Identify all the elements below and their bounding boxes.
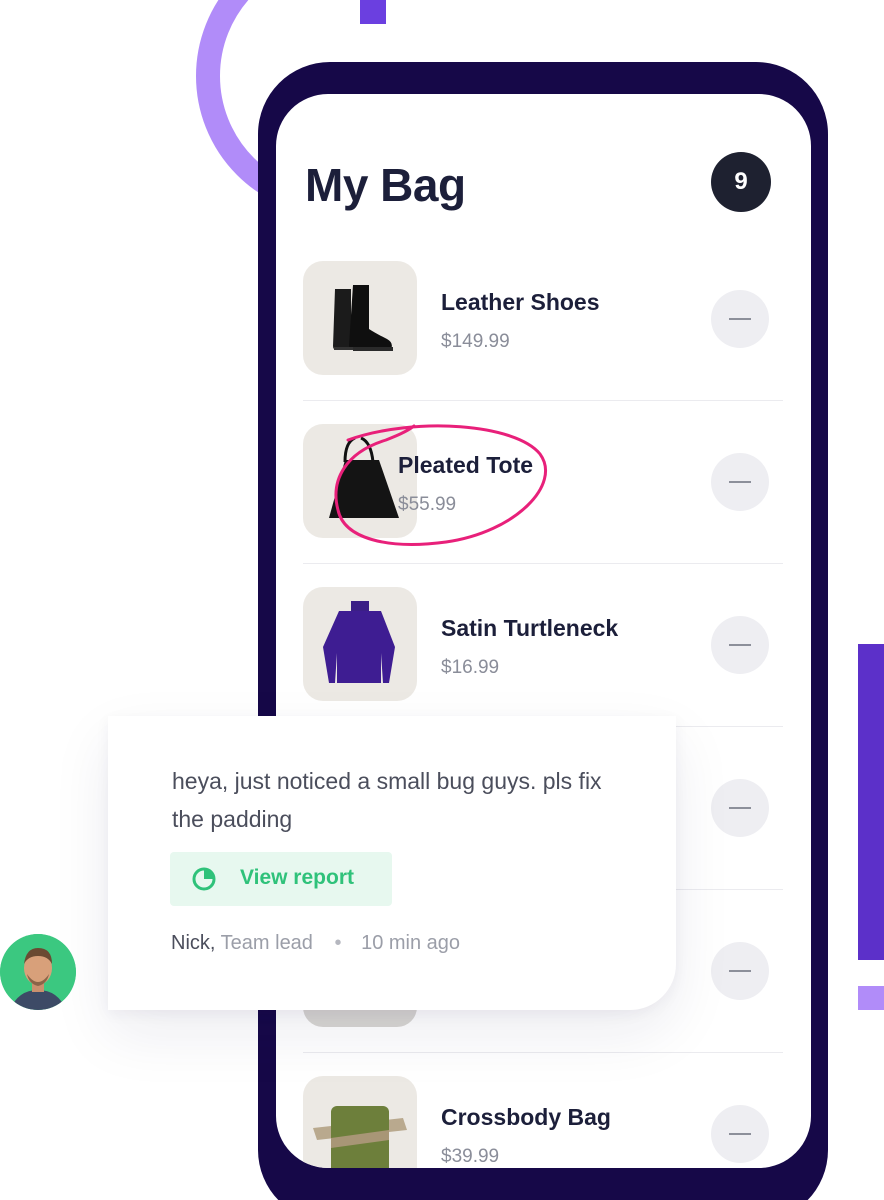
item-price: $16.99 <box>441 657 500 678</box>
avatar[interactable] <box>0 934 76 1010</box>
pie-chart-icon <box>192 867 216 891</box>
item-price: $55.99 <box>398 494 457 515</box>
item-name: Satin Turtleneck <box>441 615 619 641</box>
remove-item-button[interactable] <box>711 942 769 1000</box>
list-item: Pleated Tote $55.99 <box>303 424 783 587</box>
item-price: $39.99 <box>441 1146 500 1167</box>
satin-turtleneck-image[interactable] <box>303 587 417 701</box>
remove-item-button[interactable] <box>711 779 769 837</box>
pleated-tote-image[interactable] <box>303 424 417 538</box>
comment-time: 10 min ago <box>361 932 461 954</box>
item-name: Pleated Tote <box>398 452 534 478</box>
minus-icon <box>729 970 751 972</box>
leather-shoes-image[interactable] <box>303 261 417 375</box>
divider <box>303 400 783 401</box>
divider <box>303 563 783 564</box>
remove-item-button[interactable] <box>711 453 769 511</box>
view-report-button[interactable]: View report <box>170 852 392 906</box>
decorative-square-top <box>360 0 386 24</box>
comment-author-role: Team lead <box>220 932 313 954</box>
meta-separator: • <box>334 932 342 954</box>
crossbody-bag-image[interactable] <box>303 1076 417 1168</box>
minus-icon <box>729 644 751 646</box>
remove-item-button[interactable] <box>711 290 769 348</box>
decorative-bar-right <box>858 644 884 960</box>
comment-author: Nick, <box>171 932 216 954</box>
decorative-square-right <box>858 986 884 1010</box>
list-item: Leather Shoes $149.99 <box>303 261 783 424</box>
item-count-badge: 9 <box>711 152 771 212</box>
page-title: My Bag <box>305 159 466 211</box>
item-name: Leather Shoes <box>441 289 600 315</box>
divider <box>303 1052 783 1053</box>
remove-item-button[interactable] <box>711 616 769 674</box>
view-report-label: View report <box>240 866 354 889</box>
comment-meta: Nick, Team lead • 10 min ago <box>171 932 460 955</box>
comment-card: heya, just noticed a small bug guys. pls… <box>108 716 676 1010</box>
minus-icon <box>729 481 751 483</box>
minus-icon <box>729 318 751 320</box>
item-price: $149.99 <box>441 331 510 352</box>
item-name: Crossbody Bag <box>441 1104 611 1130</box>
list-item: Crossbody Bag $39.99 <box>303 1076 783 1168</box>
comment-message: heya, just noticed a small bug guys. pls… <box>172 768 602 832</box>
minus-icon <box>729 807 751 809</box>
minus-icon <box>729 1133 751 1135</box>
remove-item-button[interactable] <box>711 1105 769 1163</box>
